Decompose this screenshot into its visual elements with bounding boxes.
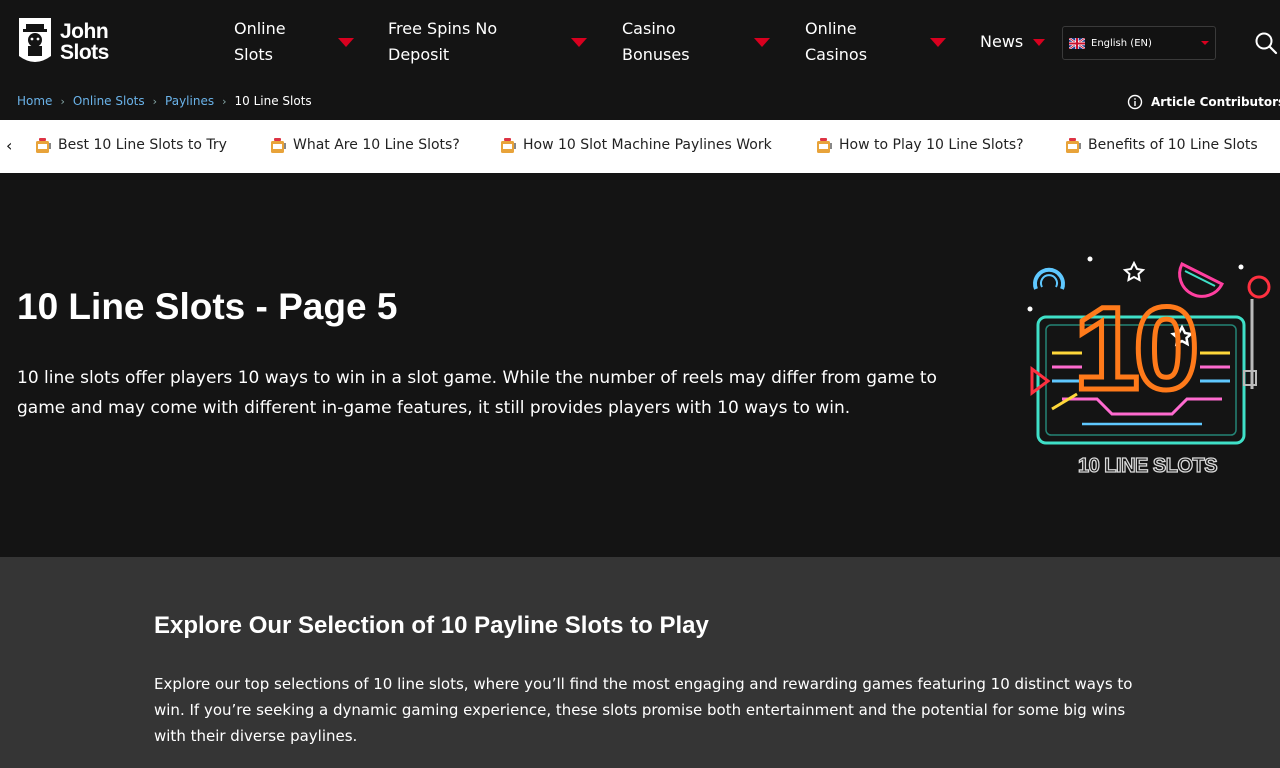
language-selected-value: English (EN) (1091, 37, 1152, 49)
slot-machine-icon (271, 138, 286, 153)
nav-label-line2: Casinos (805, 45, 868, 64)
nav-news[interactable]: News (980, 29, 1023, 55)
toc-item[interactable]: How 10 Slot Machine Paylines Work (499, 136, 772, 154)
toc-item-label: What Are 10 Line Slots? (293, 137, 460, 153)
hero-description: 10 line slots offer players 10 ways to w… (17, 368, 937, 418)
site-header: John Slots Online Slots Free Spins No De… (0, 0, 1280, 110)
hero-section: 10 Line Slots - Page 5 10 line slots off… (0, 173, 1280, 557)
toc-item-label: How 10 Slot Machine Paylines Work (523, 137, 772, 153)
info-icon (1127, 94, 1143, 110)
section-title: Explore Our Selection of 10 Payline Slot… (154, 612, 709, 639)
nav-label-line1: Casino (622, 19, 676, 38)
slot-machine-icon (1066, 138, 1081, 153)
breadcrumb-current: 10 Line Slots (234, 94, 312, 108)
nav-label-line2: Deposit (388, 45, 450, 64)
nav-label: News (980, 32, 1024, 51)
article-contributors-label: Article Contributors: (1151, 95, 1280, 109)
neon-number: 10 (1074, 283, 1195, 415)
nav-label-line2: Slots (234, 45, 273, 64)
neon-slot-machine-illustration: 10 10 LINE SLOTS (1027, 256, 1271, 478)
nav-online-slots[interactable]: Online Slots (234, 16, 286, 68)
toc-item[interactable]: Best 10 Line Slots to Try (34, 136, 227, 154)
slot-machine-icon (817, 138, 832, 153)
toc-item-label: Benefits of 10 Line Slots (1088, 137, 1258, 153)
toc-item-label: How to Play 10 Line Slots? (839, 137, 1024, 153)
neon-caption: 10 LINE SLOTS (1078, 455, 1217, 477)
uk-flag-icon (1069, 37, 1085, 49)
search-icon[interactable] (1254, 31, 1278, 55)
toc-item-label: Best 10 Line Slots to Try (58, 137, 227, 153)
language-select[interactable]: English (EN) (1062, 26, 1216, 60)
nav-label-line2: Bonuses (622, 45, 690, 64)
slot-machine-icon (501, 138, 516, 153)
nav-online-casinos[interactable]: Online Casinos (805, 16, 867, 68)
nav-label-line1: Free Spins No (388, 19, 498, 38)
brand-name-line2: Slots (60, 41, 109, 64)
section-description: Explore our top selections of 10 line sl… (154, 675, 1133, 745)
table-of-contents-bar: ‹ Best 10 Line Slots to Try What Are 10 … (0, 120, 1280, 173)
breadcrumb-online-slots[interactable]: Online Slots (73, 94, 145, 108)
chevron-down-icon[interactable] (754, 38, 770, 47)
chevron-down-icon[interactable] (930, 38, 946, 47)
chevron-down-icon[interactable] (571, 38, 587, 47)
nav-casino-bonuses[interactable]: Casino Bonuses (622, 16, 690, 68)
chevron-down-icon (1201, 41, 1209, 45)
nav-free-spins-no-deposit[interactable]: Free Spins No Deposit (388, 16, 497, 68)
brand-name-line1: John (60, 20, 109, 43)
toc-item[interactable]: How to Play 10 Line Slots? (815, 136, 1024, 154)
breadcrumb-paylines[interactable]: Paylines (165, 94, 214, 108)
toc-item[interactable]: Benefits of 10 Line Slots (1064, 136, 1258, 154)
slot-machine-icon (36, 138, 51, 153)
explore-section: Explore Our Selection of 10 Payline Slot… (0, 557, 1280, 768)
nav-label-line1: Online (234, 19, 286, 38)
chevron-down-icon[interactable] (338, 38, 354, 47)
chevron-right-icon: › (222, 94, 227, 108)
chevron-down-icon[interactable] (1033, 39, 1045, 46)
nav-label-line1: Online (805, 19, 857, 38)
page-title: 10 Line Slots - Page 5 (17, 286, 398, 327)
brand-logo[interactable]: John Slots (16, 16, 109, 68)
chevron-right-icon: › (152, 94, 158, 108)
chevron-left-icon[interactable]: ‹ (6, 136, 12, 155)
breadcrumb: Home › Online Slots › Paylines › 10 Line… (17, 94, 312, 108)
breadcrumb-home[interactable]: Home (17, 94, 52, 108)
chevron-right-icon: › (60, 94, 65, 108)
john-slots-mascot-icon (19, 18, 51, 62)
toc-item[interactable]: What Are 10 Line Slots? (269, 136, 460, 154)
article-contributors-toggle[interactable]: Article Contributors: (1127, 94, 1280, 110)
